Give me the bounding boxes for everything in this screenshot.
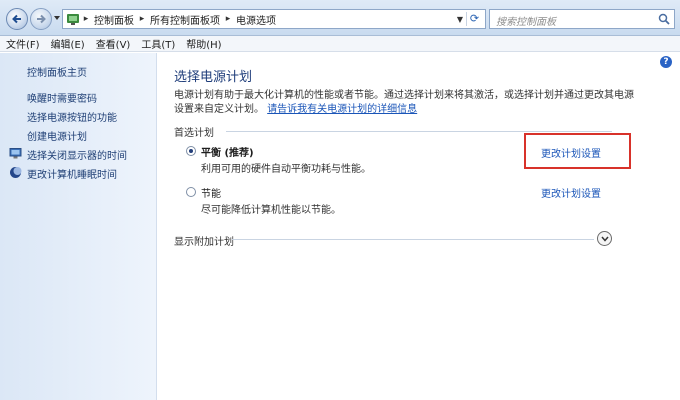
search-input[interactable]: 搜索控制面板 — [489, 9, 675, 29]
forward-button[interactable] — [30, 8, 52, 30]
annotation-highlight-box — [524, 133, 631, 169]
chevron-down-icon — [601, 236, 609, 242]
back-arrow-icon — [12, 14, 21, 24]
expand-additional-plans-button[interactable] — [597, 231, 612, 246]
divider — [226, 131, 612, 132]
plan-balanced-description: 利用可用的硬件自动平衡功耗与性能。 — [201, 164, 371, 175]
menu-bar: 文件(F) 编辑(E) 查看(V) 工具(T) 帮助(H) — [0, 36, 680, 52]
main-content: ? 选择电源计划 电源计划有助于最大化计算机的性能或者节能。通过选择计划来将其激… — [158, 53, 680, 400]
sidebar-item-display-off[interactable]: 选择关闭显示器的时间 — [27, 147, 127, 162]
divider — [232, 239, 594, 240]
control-panel-icon — [67, 14, 79, 25]
menu-tools[interactable]: 工具(T) — [135, 36, 180, 51]
breadcrumb-dropdown-icon[interactable]: ▼ — [457, 15, 463, 24]
breadcrumb-separator: ▸ — [139, 14, 145, 24]
sidebar-item-power-buttons[interactable]: 选择电源按钮的功能 — [27, 109, 117, 124]
plan-power-saver-name[interactable]: 节能 — [201, 185, 221, 200]
back-button[interactable] — [6, 8, 28, 30]
search-icon[interactable] — [658, 13, 670, 25]
sidebar-item-create-plan[interactable]: 创建电源计划 — [27, 128, 87, 143]
page-description: 电源计划有助于最大化计算机的性能或者节能。通过选择计划来将其激活，或选择计划并通… — [174, 89, 634, 117]
menu-help[interactable]: 帮助(H) — [180, 36, 226, 51]
preferred-plans-label: 首选计划 — [174, 128, 214, 139]
breadcrumb-item-power-options[interactable]: 电源选项 — [233, 12, 279, 27]
sidebar-item-home[interactable]: 控制面板主页 — [27, 64, 87, 79]
menu-view[interactable]: 查看(V) — [90, 36, 136, 51]
breadcrumb-item-control-panel[interactable]: 控制面板 — [91, 12, 137, 27]
sidebar-item-wake-password[interactable]: 唤醒时需要密码 — [27, 90, 97, 105]
show-additional-plans-label[interactable]: 显示附加计划 — [174, 233, 234, 248]
history-dropdown-icon[interactable] — [53, 14, 61, 22]
help-icon[interactable]: ? — [660, 56, 672, 68]
learn-more-link[interactable]: 请告诉我有关电源计划的详细信息 — [267, 104, 417, 115]
breadcrumb-item-all-items[interactable]: 所有控制面板项 — [147, 12, 223, 27]
breadcrumb-separator: ▸ — [225, 14, 231, 24]
address-bar: ▸ 控制面板 ▸ 所有控制面板项 ▸ 电源选项 ▼ ⟳ 搜索控制面板 — [0, 0, 680, 36]
monitor-icon — [9, 148, 22, 159]
plan-balanced-name[interactable]: 平衡 (推荐) — [201, 144, 254, 159]
plan-power-saver-description: 尽可能降低计算机性能以节能。 — [201, 205, 341, 216]
page-title: 选择电源计划 — [174, 70, 253, 85]
sidebar-item-sleep-time[interactable]: 更改计算机睡眠时间 — [27, 166, 117, 181]
forward-arrow-icon — [37, 14, 46, 24]
plan-balanced-radio[interactable] — [186, 146, 196, 156]
breadcrumb-separator: ▸ — [83, 14, 89, 24]
sidebar: 控制面板主页 唤醒时需要密码 选择电源按钮的功能 创建电源计划 选择关闭显示器的… — [0, 53, 157, 400]
refresh-icon[interactable]: ⟳ — [466, 12, 482, 26]
moon-icon — [10, 167, 22, 178]
plan-power-saver-radio[interactable] — [186, 187, 196, 197]
search-placeholder: 搜索控制面板 — [496, 17, 556, 28]
menu-file[interactable]: 文件(F) — [0, 36, 45, 51]
breadcrumb[interactable]: ▸ 控制面板 ▸ 所有控制面板项 ▸ 电源选项 ▼ ⟳ — [62, 9, 486, 29]
menu-edit[interactable]: 编辑(E) — [45, 36, 90, 51]
plan-power-saver-change-settings-link[interactable]: 更改计划设置 — [541, 185, 601, 200]
